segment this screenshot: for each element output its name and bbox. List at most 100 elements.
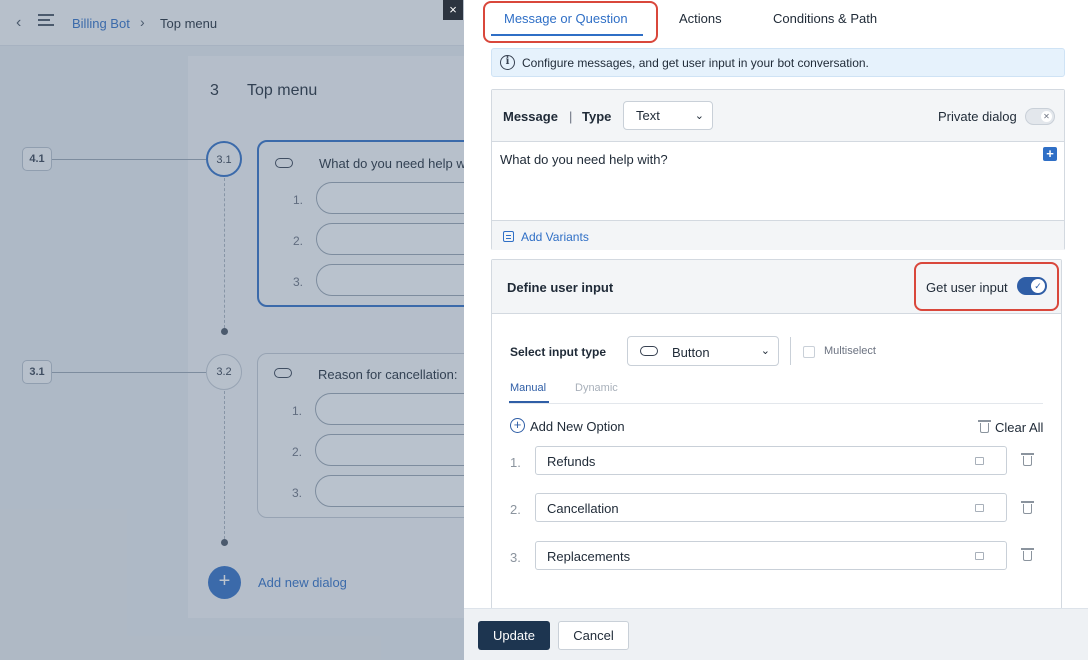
flow-canvas: ‹ Billing Bot › Top menu 3 Top menu 4.1 … (0, 0, 464, 660)
connector-dot (221, 328, 228, 335)
top-bar: ‹ Billing Bot › Top menu (0, 0, 464, 46)
trash-icon[interactable] (978, 420, 991, 433)
dialog-card[interactable]: Reason for cancellation: 1. 2. 3. (257, 353, 464, 518)
add-dialog-link[interactable]: Add new dialog (258, 575, 347, 590)
subtab-divider (509, 403, 1043, 404)
type-label: Type (582, 109, 612, 124)
message-header: Message | Type Text ⌄ Private dialog ✕ (492, 90, 1064, 142)
option-pill[interactable] (315, 393, 464, 425)
clear-all-button[interactable]: Clear All (995, 420, 1043, 435)
option-value: Refunds (547, 454, 596, 469)
separator: | (569, 109, 573, 124)
info-icon: i (500, 55, 515, 70)
input-type-select[interactable]: Button ⌄ (627, 336, 779, 366)
variants-icon (503, 231, 514, 242)
add-variants-link[interactable]: Add Variants (521, 230, 589, 244)
chevron-down-icon: ⌄ (694, 110, 704, 122)
private-dialog-toggle[interactable]: ✕ (1025, 108, 1055, 125)
multiselect-label: Multiselect (824, 345, 876, 357)
button-pill-icon (275, 158, 293, 168)
private-dialog-label: Private dialog (938, 109, 1017, 124)
dialog-editor-panel: Message or Question Actions Conditions &… (464, 0, 1088, 660)
option-settings-icon[interactable] (975, 504, 984, 512)
link-badge[interactable]: 3.1 (22, 360, 52, 384)
message-type-value: Text (636, 108, 660, 123)
cancel-button[interactable]: Cancel (558, 621, 629, 650)
option-number: 3. (293, 275, 304, 289)
add-dialog-button[interactable]: + (208, 566, 241, 599)
option-number: 2. (293, 234, 304, 248)
message-text[interactable]: What do you need help with? (500, 152, 668, 167)
info-banner: i Configure messages, and get user input… (491, 48, 1065, 77)
message-footer: Add Variants (492, 220, 1064, 250)
input-type-label: Select input type (510, 345, 607, 359)
option-pill[interactable] (316, 223, 464, 255)
connector-line (52, 372, 206, 373)
chevron-right-icon: › (140, 14, 145, 30)
option-input-cancellation[interactable]: Cancellation (535, 493, 1007, 522)
dialog-card-title: What do you need help w (319, 156, 464, 171)
input-type-value: Button (672, 345, 710, 360)
group-number: 3 (210, 82, 219, 99)
divider (790, 337, 791, 365)
chevron-left-icon[interactable]: ‹ (16, 14, 21, 32)
message-section: Message | Type Text ⌄ Private dialog ✕ W… (491, 89, 1065, 250)
option-pill[interactable] (316, 182, 464, 214)
step-node[interactable]: 3.1 (206, 141, 242, 177)
option-number: 2. (510, 502, 521, 517)
connector-dot (221, 539, 228, 546)
button-pill-icon (274, 368, 292, 378)
option-value: Cancellation (547, 501, 619, 516)
define-user-input-title: Define user input (507, 280, 614, 295)
update-button[interactable]: Update (478, 621, 550, 650)
step-node[interactable]: 3.2 (206, 354, 242, 390)
option-number: 3. (510, 550, 521, 565)
highlight-annotation (483, 1, 658, 43)
connector-line (224, 391, 225, 539)
tab-conditions-path[interactable]: Conditions & Path (773, 11, 877, 26)
option-pill[interactable] (315, 434, 464, 466)
highlight-annotation (914, 262, 1059, 311)
option-input-refunds[interactable]: Refunds (535, 446, 1007, 475)
option-settings-icon[interactable] (975, 552, 984, 560)
trash-icon[interactable] (1021, 548, 1034, 561)
breadcrumb-parent[interactable]: Billing Bot (72, 16, 130, 31)
multiselect-checkbox[interactable] (803, 346, 815, 358)
active-subtab-indicator (509, 401, 549, 403)
plus-circle-icon[interactable]: + (510, 418, 525, 433)
message-type-select[interactable]: Text ⌄ (623, 101, 713, 130)
editor-footer: Update Cancel (464, 608, 1088, 660)
dialog-card[interactable]: What do you need help w 1. 2. 3. (257, 140, 464, 307)
option-settings-icon[interactable] (975, 457, 984, 465)
option-pill[interactable] (315, 475, 464, 507)
add-new-option-button[interactable]: Add New Option (530, 419, 625, 434)
hamburger-menu-icon[interactable] (38, 14, 54, 28)
close-icon: ✕ (1041, 111, 1052, 122)
group-title: Top menu (247, 82, 318, 99)
breadcrumb-current: Top menu (160, 16, 218, 31)
user-input-section: Define user input Get user input ✓ Selec… (491, 259, 1062, 609)
option-number: 1. (292, 404, 303, 418)
option-number: 1. (510, 455, 521, 470)
connector-line (224, 178, 225, 328)
message-label: Message (503, 109, 558, 124)
trash-icon[interactable] (1021, 453, 1034, 466)
subtab-manual[interactable]: Manual (510, 382, 546, 394)
subtab-dynamic[interactable]: Dynamic (575, 382, 618, 394)
chevron-down-icon: ⌄ (760, 345, 770, 357)
option-number: 3. (292, 486, 303, 500)
link-badge[interactable]: 4.1 (22, 147, 52, 171)
button-pill-icon (640, 346, 658, 356)
connector-line (52, 159, 206, 160)
option-input-replacements[interactable]: Replacements (535, 541, 1007, 570)
dialog-card-title: Reason for cancellation: (318, 367, 458, 382)
trash-icon[interactable] (1021, 501, 1034, 514)
option-value: Replacements (547, 549, 631, 564)
info-text: Configure messages, and get user input i… (522, 56, 869, 70)
close-icon[interactable]: × (443, 0, 463, 20)
add-content-button[interactable]: + (1043, 147, 1057, 161)
option-pill[interactable] (316, 264, 464, 296)
option-number: 2. (292, 445, 303, 459)
tab-actions[interactable]: Actions (679, 11, 722, 26)
option-number: 1. (293, 193, 304, 207)
